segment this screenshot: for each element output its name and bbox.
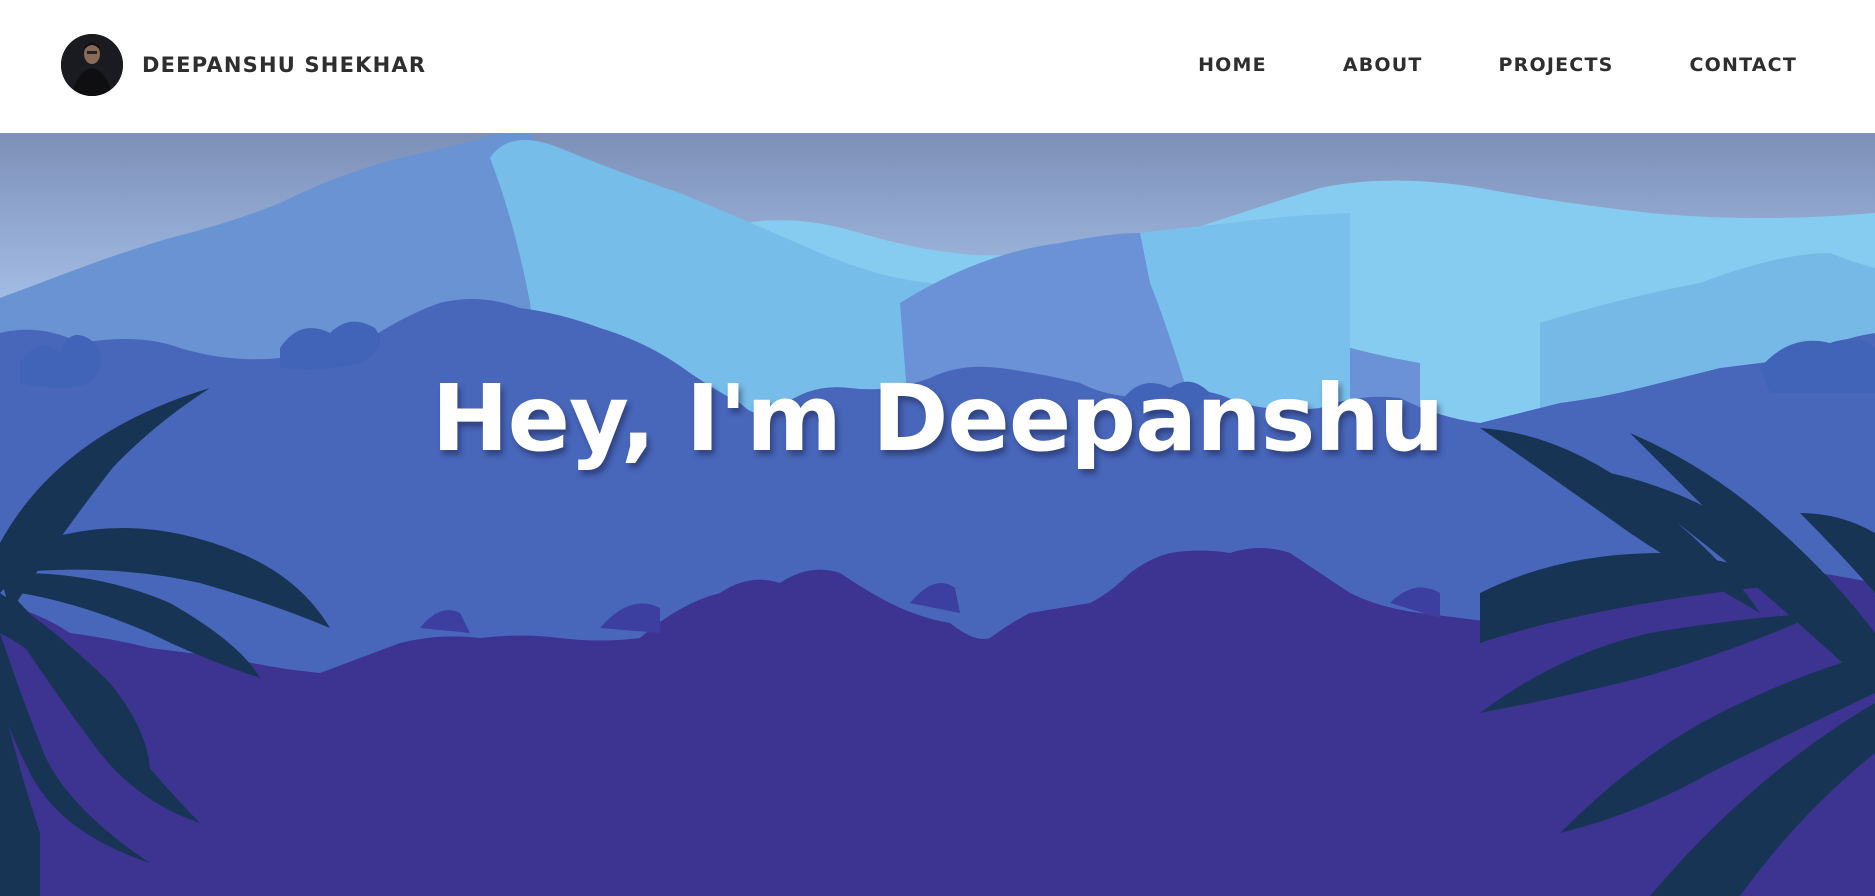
site-header: DEEPANSHU SHEKHAR HOME ABOUT PROJECTS CO… — [0, 0, 1875, 133]
nav-about-link[interactable]: ABOUT — [1343, 54, 1423, 76]
brand-name[interactable]: DEEPANSHU SHEKHAR — [142, 53, 426, 77]
avatar — [61, 34, 123, 96]
hero-section: Hey, I'm Deepanshu — [0, 133, 1875, 896]
hero-title: Hey, I'm Deepanshu — [431, 365, 1445, 472]
brand[interactable]: DEEPANSHU SHEKHAR — [61, 34, 426, 96]
nav-contact-link[interactable]: CONTACT — [1690, 54, 1798, 76]
jungle-mountains-illustration — [0, 133, 1875, 896]
nav-projects-link[interactable]: PROJECTS — [1499, 54, 1614, 76]
nav-home-link[interactable]: HOME — [1198, 54, 1267, 76]
main-nav: HOME ABOUT PROJECTS CONTACT — [1198, 54, 1875, 76]
person-avatar-icon — [61, 34, 123, 96]
